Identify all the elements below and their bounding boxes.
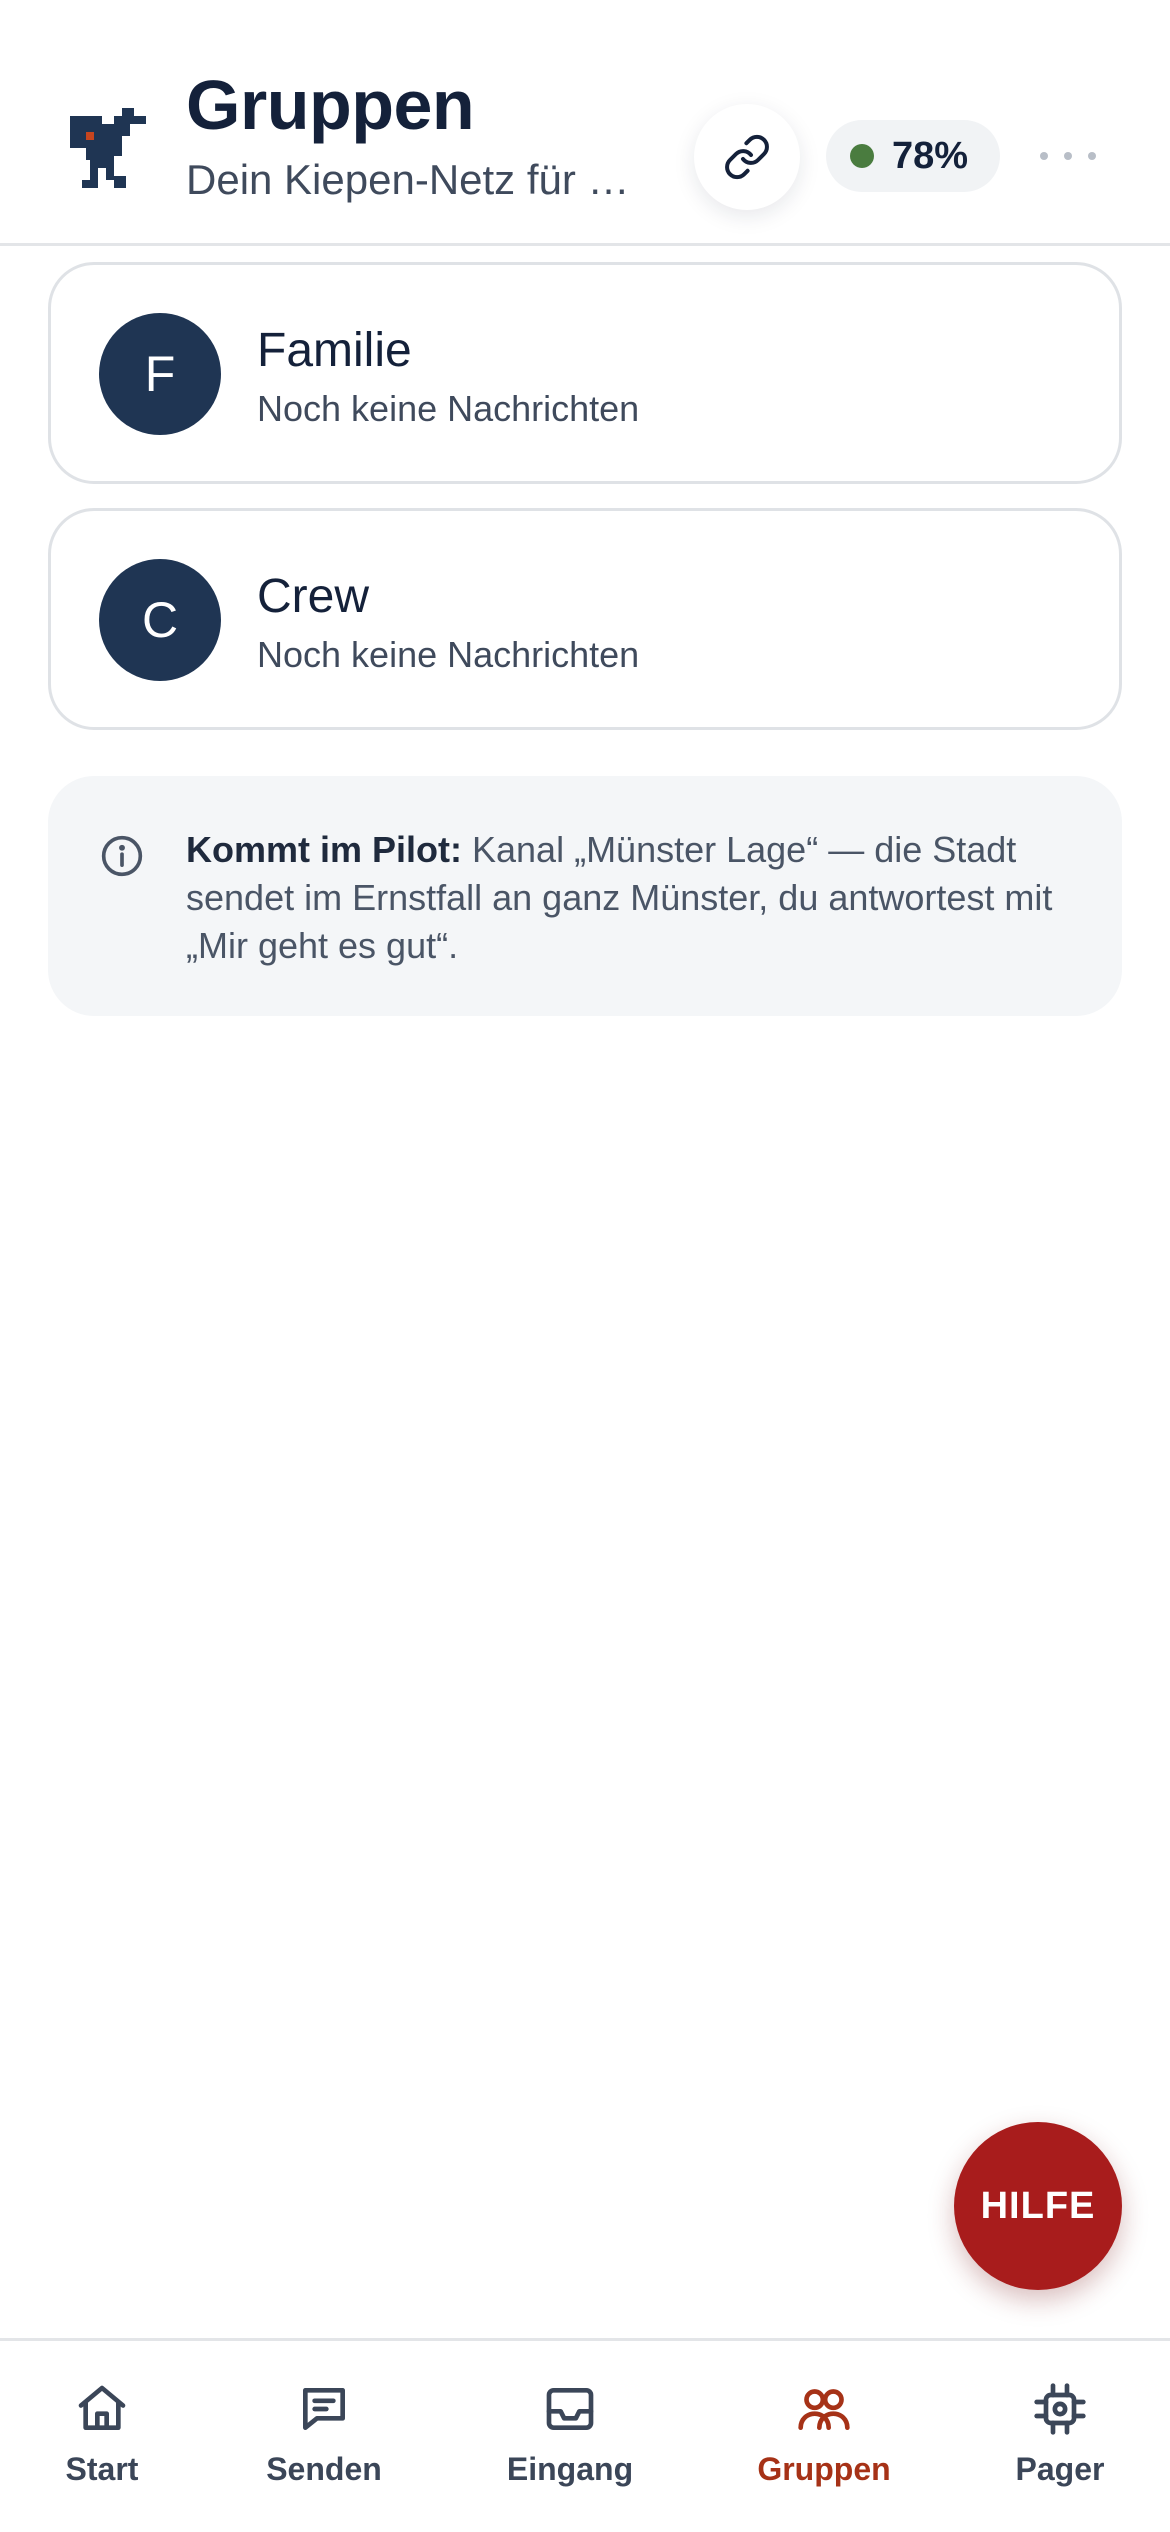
nav-label-gruppen: Gruppen [757,2451,891,2487]
page-subtitle: Dein Kiepen-Netz für … [186,156,630,203]
more-button[interactable] [1040,124,1096,188]
nav-label-start: Start [65,2451,139,2487]
more-dots-icon [1040,152,1048,160]
pilot-info-box: Kommt im Pilot: Kanal „Münster Lage“ — d… [48,776,1122,1016]
group-last-message: Noch keine Nachrichten [257,388,640,429]
info-icon [101,835,143,877]
avatar: F [99,313,221,435]
group-card-crew[interactable]: C Crew Noch keine Nachrichten [48,508,1122,730]
app-header: Gruppen Dein Kiepen-Netz für … 78% [0,0,1170,246]
group-name: Familie [257,324,412,377]
battery-status-dot [850,144,874,168]
home-icon [78,2385,126,2430]
nav-item-gruppen[interactable]: Gruppen [724,2381,924,2501]
nav-item-pager[interactable]: Pager [960,2381,1160,2501]
group-card-familie[interactable]: F Familie Noch keine Nachrichten [48,262,1122,484]
nav-item-senden[interactable]: Senden [224,2381,424,2501]
nav-item-eingang[interactable]: Eingang [470,2381,670,2501]
page-title: Gruppen [186,66,475,144]
pilot-info-text: Kommt im Pilot: Kanal „Münster Lage“ — d… [186,826,1086,970]
chip-icon [1034,2383,1086,2435]
nav-label-eingang: Eingang [506,2451,634,2487]
nav-label-senden: Senden [266,2451,382,2487]
help-button[interactable]: HILFE [954,2122,1122,2290]
link-button[interactable] [694,104,800,210]
nav-item-start[interactable]: Start [2,2381,202,2501]
pilot-info-label: Kommt im Pilot: [186,829,462,870]
bottom-navigation: Start Senden Eingang Gruppen Pager [0,2338,1170,2532]
link-icon [725,134,769,180]
chat-icon [303,2388,345,2430]
kiepenkerl-logo-icon [70,108,146,188]
group-last-message: Noch keine Nachrichten [257,634,640,675]
battery-status-badge: 78% [826,120,1000,192]
inbox-icon [546,2388,594,2430]
battery-percent: 78% [892,134,969,177]
avatar: C [99,559,221,681]
users-icon [798,2389,850,2430]
nav-label-pager: Pager [1015,2451,1105,2487]
group-name: Crew [257,570,370,623]
